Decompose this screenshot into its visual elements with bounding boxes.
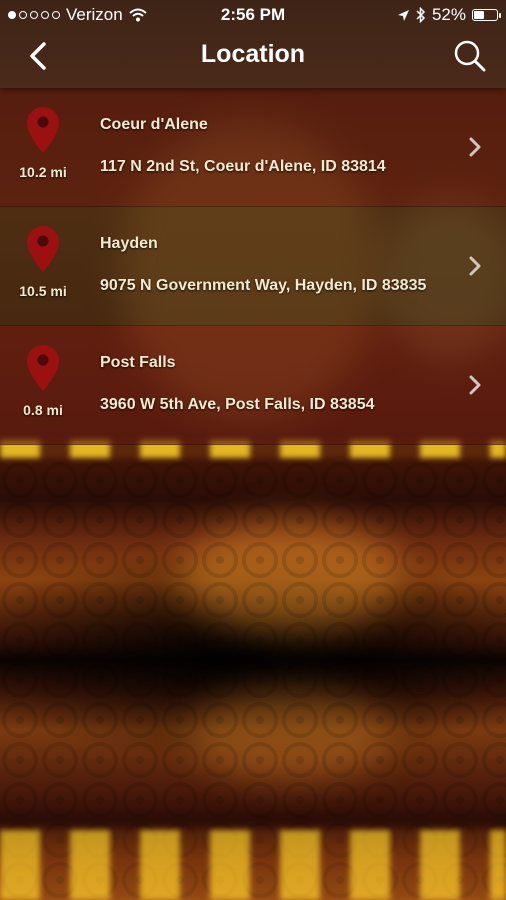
signal-dot [8,11,16,19]
location-address: 117 N 2nd St, Coeur d'Alene, ID 83814 [100,158,386,175]
carrier-name: Verizon [66,5,123,24]
battery-icon [472,9,501,21]
location-name: Hayden [100,235,158,252]
location-arrow-icon [397,9,409,21]
location-address: 9075 N Government Way, Hayden, ID 83835 [100,277,427,294]
map-pin-icon [27,107,59,153]
location-row-coeur-dalene[interactable]: 10.2 mi Coeur d'Alene 117 N 2nd St, Coeu… [0,88,506,207]
distance-label: 0.8 mi [23,402,63,418]
chevron-right-icon [469,256,481,276]
status-bar: Verizon 2:56 PM 52% [0,0,506,30]
shelf-lights [0,830,506,900]
battery-percent: 52% [431,5,466,24]
location-row-hayden[interactable]: 10.5 mi Hayden 9075 N Government Way, Ha… [0,207,506,326]
signal-dot [41,11,49,19]
location-name: Coeur d'Alene [100,116,208,133]
battery-fill [474,11,485,19]
chevron-right-icon [469,137,481,157]
map-pin-icon [27,226,59,272]
location-row-post-falls[interactable]: 0.8 mi Post Falls 3960 W 5th Ave, Post F… [0,326,506,445]
page-title: Location [200,40,306,68]
distance-label: 10.2 mi [19,164,67,180]
distance-label: 10.5 mi [19,283,67,299]
search-button[interactable] [450,36,490,76]
signal-dot [30,11,38,19]
signal-dot [52,11,60,19]
search-icon [454,40,486,72]
signal-dot [19,11,27,19]
bluetooth-icon [416,7,426,23]
location-list: 10.2 mi Coeur d'Alene 117 N 2nd St, Coeu… [0,88,506,445]
signal-strength-icon [8,11,60,19]
chevron-right-icon [469,375,481,395]
location-address: 3960 W 5th Ave, Post Falls, ID 83854 [100,396,375,413]
location-name: Post Falls [100,354,176,371]
wifi-icon [129,8,147,22]
screen: Location Verizon 2:56 PM 52% 10.2 mi Coe… [0,0,506,900]
map-pin-icon [27,345,59,391]
